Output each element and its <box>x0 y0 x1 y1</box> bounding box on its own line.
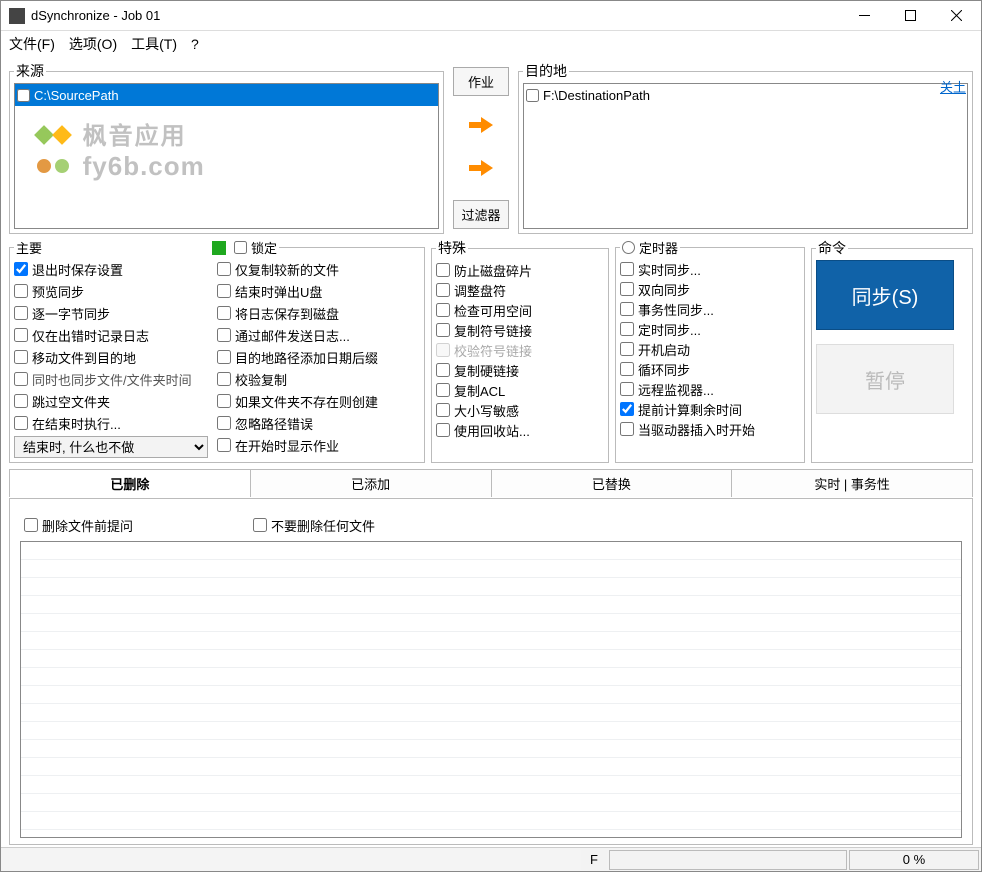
chk-log-only-err[interactable] <box>14 328 28 342</box>
middle-buttons: 作业 过滤器 <box>450 61 512 234</box>
app-icon <box>9 8 25 24</box>
destination-row-checkbox[interactable] <box>526 89 539 102</box>
log-list[interactable] <box>20 541 962 838</box>
chk-transactional[interactable] <box>620 302 634 316</box>
titlebar: dSynchronize - Job 01 <box>1 1 981 31</box>
source-row[interactable]: C:\SourcePath <box>15 84 438 106</box>
chk-check-space[interactable] <box>436 303 450 317</box>
destination-legend: 目的地 <box>523 61 569 81</box>
chk-autostart[interactable] <box>620 342 634 356</box>
arrow-right-2-icon[interactable] <box>465 157 497 182</box>
main-options-group: 主要 锁定 退出时保存设置 预览同步 逐一字节同步 仅在出错时记录日志 移动文件… <box>9 238 425 463</box>
status-indicator-icon <box>212 241 226 255</box>
chk-email-log[interactable] <box>217 328 231 342</box>
chk-byte-sync[interactable] <box>14 306 28 320</box>
chk-show-job-start[interactable] <box>217 438 231 452</box>
special-options-group: 特殊 防止磁盘碎片 调整盘符 检查可用空间 复制符号链接 校验符号链接 复制硬链… <box>431 238 609 463</box>
chk-move-to-dest[interactable] <box>14 350 28 364</box>
pause-button[interactable]: 暂停 <box>816 344 954 414</box>
menu-options[interactable]: 选项(O) <box>69 34 117 54</box>
chk-copy-symlink[interactable] <box>436 323 450 337</box>
chk-save-log[interactable] <box>217 306 231 320</box>
chk-date-suffix[interactable] <box>217 350 231 364</box>
watermark: 枫音应用 fy6b.com <box>35 116 439 182</box>
chk-case-sensitive[interactable] <box>436 403 450 417</box>
chk-eject-u[interactable] <box>217 284 231 298</box>
menu-file[interactable]: 文件(F) <box>9 34 55 54</box>
chk-use-recycle[interactable] <box>436 423 450 437</box>
arrow-right-1-icon[interactable] <box>465 114 497 139</box>
chk-ask-before-delete[interactable] <box>24 518 38 532</box>
chk-loop-sync[interactable] <box>620 362 634 376</box>
status-percent: 0 % <box>849 850 979 870</box>
source-path: C:\SourcePath <box>34 88 119 103</box>
source-group: 来源 C:\SourcePath 枫音应用 fy6b.com <box>9 61 444 234</box>
chk-dont-delete-any[interactable] <box>253 518 267 532</box>
close-link[interactable]: 关土 <box>940 77 966 96</box>
main-legend: 主要 锁定 <box>14 238 279 257</box>
chk-calc-ahead[interactable] <box>620 402 634 416</box>
chk-realtime-sync[interactable] <box>620 262 634 276</box>
destination-path: F:\DestinationPath <box>543 88 650 103</box>
command-group: 命令 同步(S) 暂停 <box>811 238 973 463</box>
menu-tools[interactable]: 工具(T) <box>131 34 177 54</box>
sync-button[interactable]: 同步(S) <box>816 260 954 330</box>
command-legend: 命令 <box>816 238 848 258</box>
end-action-combo[interactable]: 结束时, 什么也不做 <box>14 436 208 458</box>
tab-deleted[interactable]: 已删除 <box>9 469 251 497</box>
statusbar: F 0 % <box>1 847 981 871</box>
chk-verify-copy[interactable] <box>217 372 231 386</box>
lock-checkbox[interactable] <box>234 241 247 254</box>
chk-skip-empty[interactable] <box>14 394 28 408</box>
tab-realtime[interactable]: 实时 | 事务性 <box>731 469 973 497</box>
source-list[interactable]: C:\SourcePath 枫音应用 fy6b.com <box>14 83 439 229</box>
chk-on-drive-insert[interactable] <box>620 422 634 436</box>
destination-row[interactable]: F:\DestinationPath <box>524 84 967 106</box>
chk-copy-acl[interactable] <box>436 383 450 397</box>
chk-copy-newer[interactable] <box>217 262 231 276</box>
chk-exec-on-end[interactable] <box>14 416 28 430</box>
chk-copy-hardlink[interactable] <box>436 363 450 377</box>
chk-sync-times[interactable] <box>14 372 28 386</box>
source-row-checkbox[interactable] <box>17 89 30 102</box>
destination-list[interactable]: F:\DestinationPath <box>523 83 968 229</box>
chk-bidir-sync[interactable] <box>620 282 634 296</box>
tab-panel: 删除文件前提问 不要删除任何文件 <box>9 498 973 845</box>
chk-create-missing[interactable] <box>217 394 231 408</box>
chk-preview-sync[interactable] <box>14 284 28 298</box>
chk-verify-symlink <box>436 343 450 357</box>
chk-anti-frag[interactable] <box>436 263 450 277</box>
maximize-button[interactable] <box>887 1 933 31</box>
chk-adjust-drive[interactable] <box>436 283 450 297</box>
destination-group: 目的地 关土 F:\DestinationPath <box>518 61 973 234</box>
menubar: 文件(F) 选项(O) 工具(T) ? <box>1 31 981 57</box>
tab-replaced[interactable]: 已替换 <box>491 469 733 497</box>
chk-remote-monitor[interactable] <box>620 382 634 396</box>
minimize-button[interactable] <box>841 1 887 31</box>
status-f: F <box>581 850 607 870</box>
timer-radio[interactable] <box>622 241 635 254</box>
chk-ignore-path-err[interactable] <box>217 416 231 430</box>
chk-scheduled[interactable] <box>620 322 634 336</box>
timer-legend: 定时器 <box>620 238 680 257</box>
status-progress-bar <box>609 850 847 870</box>
chk-save-on-exit[interactable] <box>14 262 28 276</box>
log-tabs: 已删除 已添加 已替换 实时 | 事务性 <box>9 469 973 497</box>
job-button[interactable]: 作业 <box>453 67 509 96</box>
window-title: dSynchronize - Job 01 <box>31 8 841 23</box>
special-legend: 特殊 <box>436 238 468 258</box>
tab-added[interactable]: 已添加 <box>250 469 492 497</box>
close-button[interactable] <box>933 1 979 31</box>
menu-help[interactable]: ? <box>191 36 199 52</box>
source-legend: 来源 <box>14 61 46 81</box>
timer-options-group: 定时器 实时同步... 双向同步 事务性同步... 定时同步... 开机启动 循… <box>615 238 805 463</box>
filter-button[interactable]: 过滤器 <box>453 200 509 229</box>
